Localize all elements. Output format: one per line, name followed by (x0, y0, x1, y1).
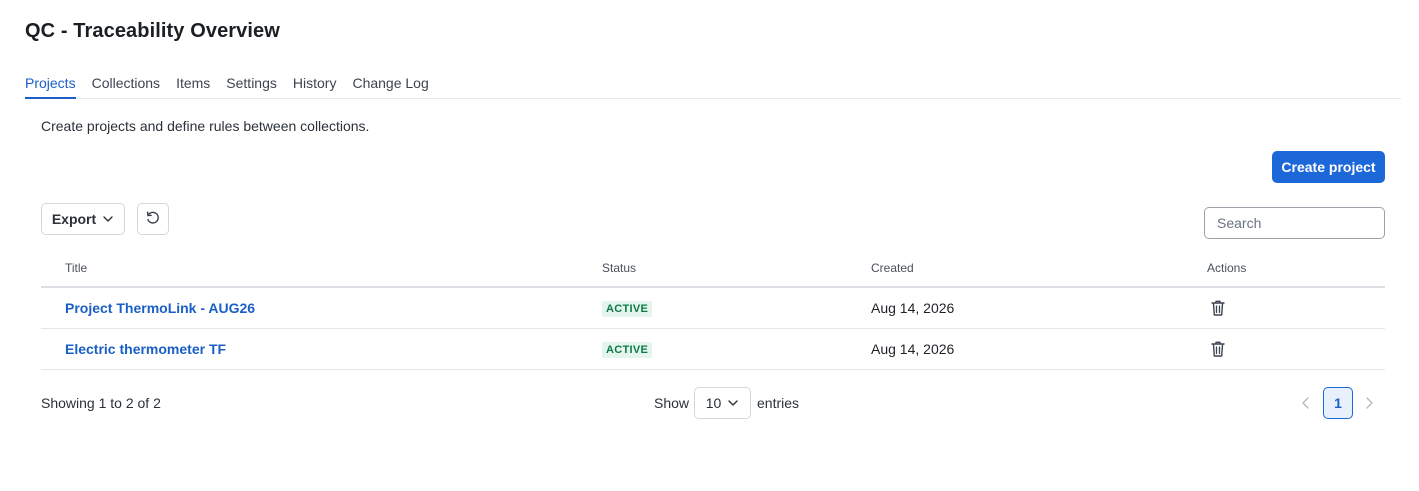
export-button[interactable]: Export (41, 203, 125, 235)
pagination-summary: Showing 1 to 2 of 2 (41, 395, 161, 411)
chevron-left-icon[interactable] (1299, 395, 1313, 414)
pagination-page-1[interactable]: 1 (1323, 387, 1353, 419)
page-size-value: 10 (705, 395, 722, 411)
status-badge: ACTIVE (602, 301, 653, 317)
search-input[interactable] (1204, 207, 1385, 239)
column-header-title[interactable]: Title (65, 261, 87, 275)
refresh-button[interactable] (137, 203, 169, 235)
page-size-select[interactable]: 10 (694, 387, 751, 419)
table-row: Electric thermometer TF ACTIVE Aug 14, 2… (41, 329, 1385, 370)
chevron-down-icon (727, 397, 739, 409)
entries-label: entries (757, 395, 800, 411)
table-row: Project ThermoLink - AUG26 ACTIVE Aug 14… (41, 288, 1385, 329)
projects-table: Title Status Created Actions Project The… (41, 250, 1385, 370)
tab-history[interactable]: History (293, 74, 337, 99)
tab-change-log[interactable]: Change Log (352, 74, 428, 99)
trash-icon[interactable] (1210, 340, 1226, 361)
page-description: Create projects and define rules between… (41, 118, 370, 134)
column-header-actions: Actions (1207, 261, 1247, 275)
created-date: Aug 14, 2026 (871, 341, 955, 357)
show-label: Show (654, 395, 690, 411)
tab-settings[interactable]: Settings (226, 74, 277, 99)
column-header-status[interactable]: Status (602, 261, 636, 275)
export-label: Export (51, 211, 97, 227)
chevron-down-icon (102, 213, 114, 225)
column-header-created[interactable]: Created (871, 261, 914, 275)
table-header: Title Status Created Actions (41, 250, 1385, 288)
chevron-right-icon[interactable] (1362, 395, 1376, 414)
page-title: QC - Traceability Overview (25, 20, 280, 42)
tab-items[interactable]: Items (176, 74, 210, 99)
tab-collections[interactable]: Collections (92, 74, 160, 99)
refresh-icon (145, 210, 161, 229)
created-date: Aug 14, 2026 (871, 300, 955, 316)
trash-icon[interactable] (1210, 299, 1226, 320)
project-title-link[interactable]: Project ThermoLink - AUG26 (65, 300, 255, 316)
tab-bar: Projects Collections Items Settings Hist… (25, 74, 1401, 99)
tab-projects[interactable]: Projects (25, 74, 76, 99)
project-title-link[interactable]: Electric thermometer TF (65, 341, 226, 357)
create-project-button[interactable]: Create project (1272, 151, 1385, 183)
status-badge: ACTIVE (602, 342, 653, 358)
